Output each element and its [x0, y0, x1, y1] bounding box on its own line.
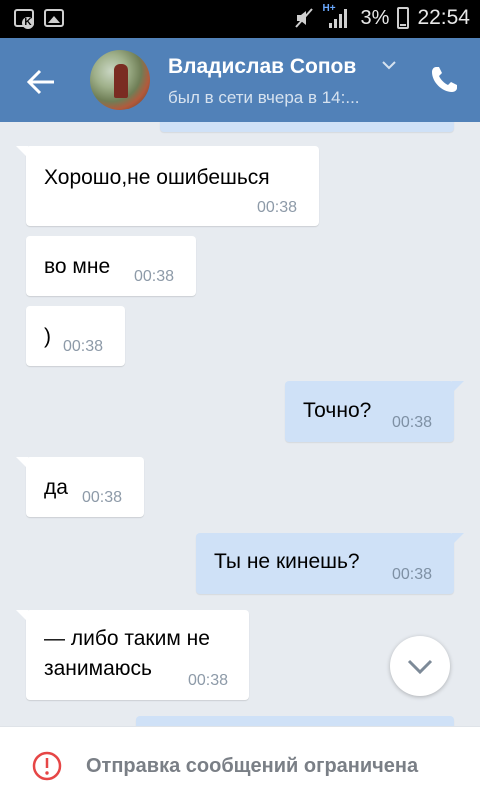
chat-header: Владислав Сопов был в сети вчера в 14:..…: [0, 38, 480, 122]
message-text: Хорошо,не ошибешься: [44, 166, 270, 189]
message-bubble-incoming[interactable]: во мне 00:38: [26, 236, 196, 296]
mute-icon: [294, 8, 313, 28]
clock: 22:54: [417, 6, 470, 29]
message-bubble-outgoing-partial[interactable]: [136, 716, 454, 726]
chevron-down-icon: [407, 659, 433, 675]
message-text: во мне: [44, 255, 111, 278]
message-text: Ты не кинешь?: [214, 550, 360, 573]
message-text: Точно?: [303, 399, 372, 422]
contact-name[interactable]: Владислав Сопов: [168, 55, 356, 79]
message-bubble-incoming[interactable]: да 00:38: [16, 457, 144, 517]
signal-icon: [328, 9, 347, 28]
message-list[interactable]: Хорошо,не ошибешься 00:38 во мне 00:38 )…: [0, 122, 480, 726]
message-time: 00:38: [392, 414, 433, 431]
message-text-line1: — либо таким не: [44, 627, 210, 650]
vk-notification-icon: [14, 9, 34, 29]
avatar[interactable]: [90, 50, 150, 110]
message-bubble-incoming[interactable]: ) 00:38: [26, 306, 125, 366]
message-time: 00:38: [257, 199, 298, 216]
message-time: 00:38: [63, 338, 104, 355]
message-text: ): [44, 325, 51, 348]
contact-status: был в сети вчера в 14:...: [168, 88, 360, 107]
message-bubble-incoming[interactable]: — либо таким не занимаюсь 00:38: [16, 610, 249, 700]
back-arrow-icon[interactable]: [22, 62, 62, 102]
chevron-down-icon[interactable]: [382, 60, 396, 70]
battery-percent: 3%: [360, 6, 390, 29]
message-time: 00:38: [392, 566, 433, 583]
battery-icon: [397, 7, 410, 29]
message-bubble-outgoing[interactable]: Точно? 00:38: [285, 381, 464, 442]
phone-icon[interactable]: [428, 64, 460, 96]
message-bubble-incoming[interactable]: Хорошо,не ошибешься 00:38: [16, 146, 319, 226]
message-text-line2: занимаюсь: [44, 657, 152, 680]
status-bar: H+ 3% 22:54: [0, 0, 480, 38]
warning-icon: [32, 751, 62, 781]
message-time: 00:38: [82, 489, 123, 506]
message-bubble-outgoing[interactable]: Ты не кинешь? 00:38: [196, 533, 464, 594]
image-notification-icon: [44, 9, 64, 27]
message-bubble-outgoing-partial[interactable]: [160, 122, 454, 132]
restriction-notice-bar: Отправка сообщений ограничена: [0, 726, 480, 801]
message-time: 00:38: [188, 672, 229, 689]
restriction-notice-text: Отправка сообщений ограничена: [86, 755, 419, 777]
message-time: 00:38: [134, 268, 175, 285]
message-text: да: [44, 476, 68, 499]
scroll-down-button[interactable]: [390, 636, 450, 696]
